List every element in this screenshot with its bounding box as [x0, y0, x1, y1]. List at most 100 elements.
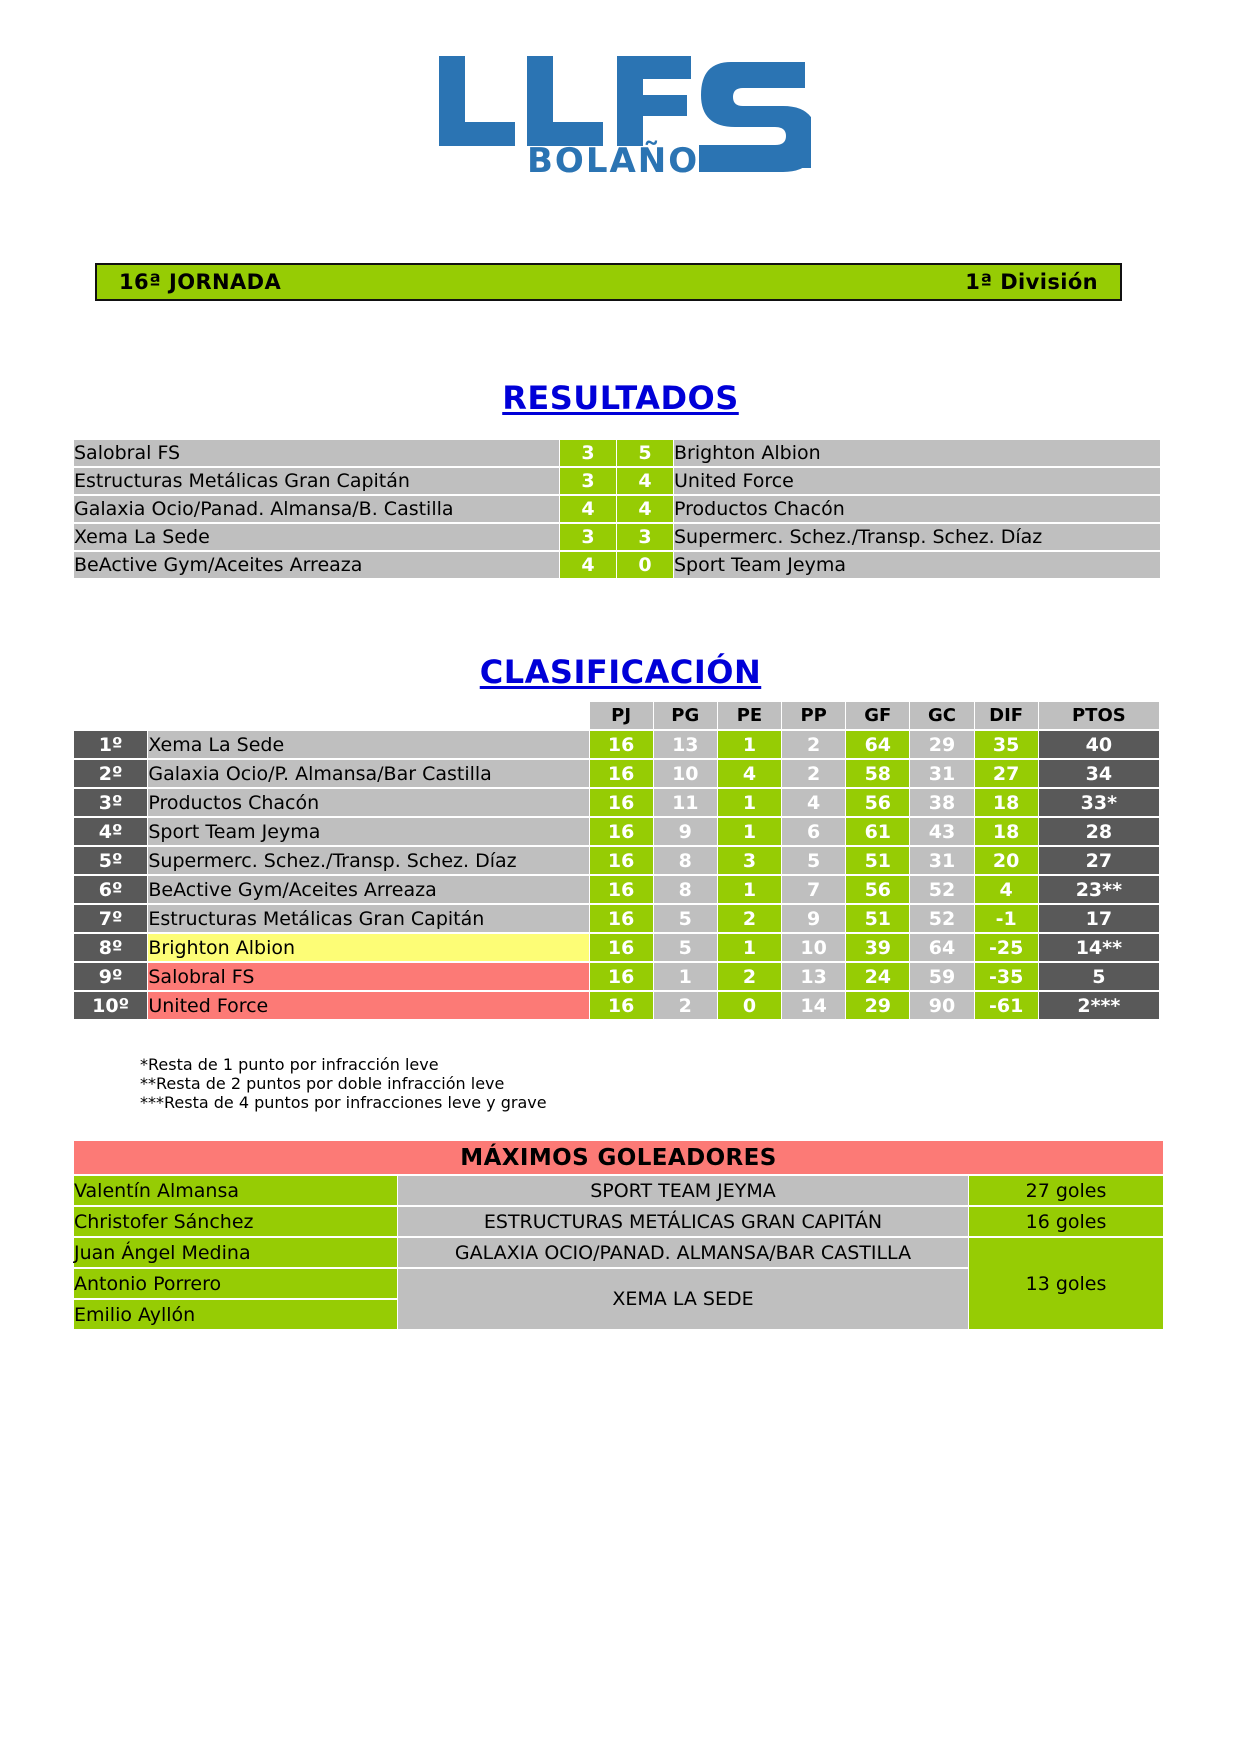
standing-pe: 1 [717, 818, 782, 845]
standing-position: 7º [74, 905, 148, 932]
standing-team: Productos Chacón [148, 789, 589, 816]
match-away-team: United Force [674, 468, 1160, 494]
standing-gf: 39 [846, 934, 910, 961]
standing-gc: 52 [910, 876, 974, 903]
standing-pe: 1 [717, 876, 782, 903]
standing-pp: 2 [782, 731, 846, 758]
standing-gc: 29 [910, 731, 974, 758]
clasificacion-title-text: CLASIFICACIÓN [479, 653, 762, 691]
goleadores-table: MÁXIMOS GOLEADORES Valentín Almansa SPOR… [73, 1139, 1164, 1331]
footnote-3: ***Resta de 4 puntos por infracciones le… [140, 1093, 547, 1112]
match-away-score: 0 [617, 552, 673, 578]
standing-gf: 51 [846, 847, 910, 874]
standing-gf: 24 [846, 963, 910, 990]
match-home-score: 3 [560, 524, 616, 550]
standing-team: Supermerc. Schez./Transp. Schez. Díaz [148, 847, 589, 874]
column-header-gc: GC [910, 702, 974, 729]
standing-pg: 9 [653, 818, 717, 845]
column-header-pp: PP [782, 702, 846, 729]
standing-pj: 16 [589, 963, 653, 990]
standing-pp: 2 [782, 760, 846, 787]
standing-pe: 3 [717, 847, 782, 874]
standing-pj: 16 [589, 760, 653, 787]
standing-gf: 56 [846, 876, 910, 903]
table-row: Galaxia Ocio/Panad. Almansa/B. Castilla … [74, 496, 1160, 522]
standing-team: Sport Team Jeyma [148, 818, 589, 845]
standing-pj: 16 [589, 847, 653, 874]
standing-pj: 16 [589, 731, 653, 758]
match-away-score: 4 [617, 468, 673, 494]
scorer-goals: 27 goles [969, 1176, 1164, 1205]
match-home-team: Galaxia Ocio/Panad. Almansa/B. Castilla [74, 496, 559, 522]
column-header-pg: PG [653, 702, 717, 729]
standing-pj: 16 [589, 992, 653, 1019]
match-away-score: 4 [617, 496, 673, 522]
clasificacion-header: PJ PG PE PP GF GC DIF PTOS [74, 702, 1159, 729]
standing-gc: 43 [910, 818, 974, 845]
standing-dif: -35 [974, 963, 1038, 990]
standing-position: 6º [74, 876, 148, 903]
standing-team: BeActive Gym/Aceites Arreaza [148, 876, 589, 903]
llfs-bolano-logo: BOLAÑO [0, 44, 1241, 194]
standing-position: 8º [74, 934, 148, 961]
standing-pj: 16 [589, 818, 653, 845]
standing-position: 10º [74, 992, 148, 1019]
match-home-score: 3 [560, 440, 616, 466]
scorer-name: Antonio Porrero [74, 1269, 397, 1298]
table-row: 2º Galaxia Ocio/P. Almansa/Bar Castilla … [74, 760, 1159, 787]
standing-dif: 35 [974, 731, 1038, 758]
scorer-name: Christofer Sánchez [74, 1207, 397, 1236]
jornada-header-bar: 16ª JORNADA 1ª División [95, 263, 1122, 301]
page-root: BOLAÑO 16ª JORNADA 1ª División RESULTADO… [0, 0, 1241, 1754]
standing-gf: 64 [846, 731, 910, 758]
standing-ptos: 34 [1038, 760, 1159, 787]
table-row: 10º United Force 16 2 0 14 29 90 -61 2**… [74, 992, 1159, 1019]
scorer-goals: 13 goles [969, 1238, 1164, 1329]
standing-pp: 14 [782, 992, 846, 1019]
standing-position: 9º [74, 963, 148, 990]
standing-gc: 64 [910, 934, 974, 961]
scorer-name: Juan Ángel Medina [74, 1238, 397, 1267]
standing-pg: 13 [653, 731, 717, 758]
footnote-1: *Resta de 1 punto por infracción leve [140, 1055, 439, 1074]
standing-pp: 7 [782, 876, 846, 903]
division-label: 1ª División [965, 270, 1098, 294]
jornada-label: 16ª JORNADA [119, 270, 282, 294]
table-row: BeActive Gym/Aceites Arreaza 4 0 Sport T… [74, 552, 1160, 578]
standing-team: Salobral FS [148, 963, 589, 990]
standing-pp: 4 [782, 789, 846, 816]
standing-ptos: 40 [1038, 731, 1159, 758]
standing-pp: 5 [782, 847, 846, 874]
standing-gf: 61 [846, 818, 910, 845]
table-row: 8º Brighton Albion 16 5 1 10 39 64 -25 1… [74, 934, 1159, 961]
standing-team: Galaxia Ocio/P. Almansa/Bar Castilla [148, 760, 589, 787]
goleadores-header-row: MÁXIMOS GOLEADORES [74, 1141, 1164, 1174]
standing-pj: 16 [589, 789, 653, 816]
table-row: Valentín Almansa SPORT TEAM JEYMA 27 gol… [74, 1176, 1164, 1205]
table-row: 4º Sport Team Jeyma 16 9 1 6 61 43 18 28 [74, 818, 1159, 845]
standing-gf: 29 [846, 992, 910, 1019]
standing-ptos: 5 [1038, 963, 1159, 990]
standing-ptos: 28 [1038, 818, 1159, 845]
standing-dif: 18 [974, 789, 1038, 816]
standing-pg: 8 [653, 876, 717, 903]
match-home-team: Xema La Sede [74, 524, 559, 550]
table-row: Juan Ángel Medina GALAXIA OCIO/PANAD. AL… [74, 1238, 1164, 1329]
standing-gc: 38 [910, 789, 974, 816]
standing-pg: 2 [653, 992, 717, 1019]
standing-gc: 52 [910, 905, 974, 932]
logo-subtext: BOLAÑO [527, 140, 699, 181]
standing-pe: 1 [717, 731, 782, 758]
standing-ptos: 27 [1038, 847, 1159, 874]
column-header-dif: DIF [974, 702, 1038, 729]
match-home-team: Estructuras Metálicas Gran Capitán [74, 468, 559, 494]
column-header-pj: PJ [589, 702, 653, 729]
standing-pe: 2 [717, 905, 782, 932]
standing-ptos: 14** [1038, 934, 1159, 961]
resultados-title-text: RESULTADOS [502, 379, 739, 417]
standing-ptos: 23** [1038, 876, 1159, 903]
table-row: 6º BeActive Gym/Aceites Arreaza 16 8 1 7… [74, 876, 1159, 903]
standing-pp: 10 [782, 934, 846, 961]
clasificacion-body: 1º Xema La Sede 16 13 1 2 64 29 35 40 2º… [74, 731, 1159, 1019]
resultados-title: RESULTADOS [0, 379, 1241, 417]
